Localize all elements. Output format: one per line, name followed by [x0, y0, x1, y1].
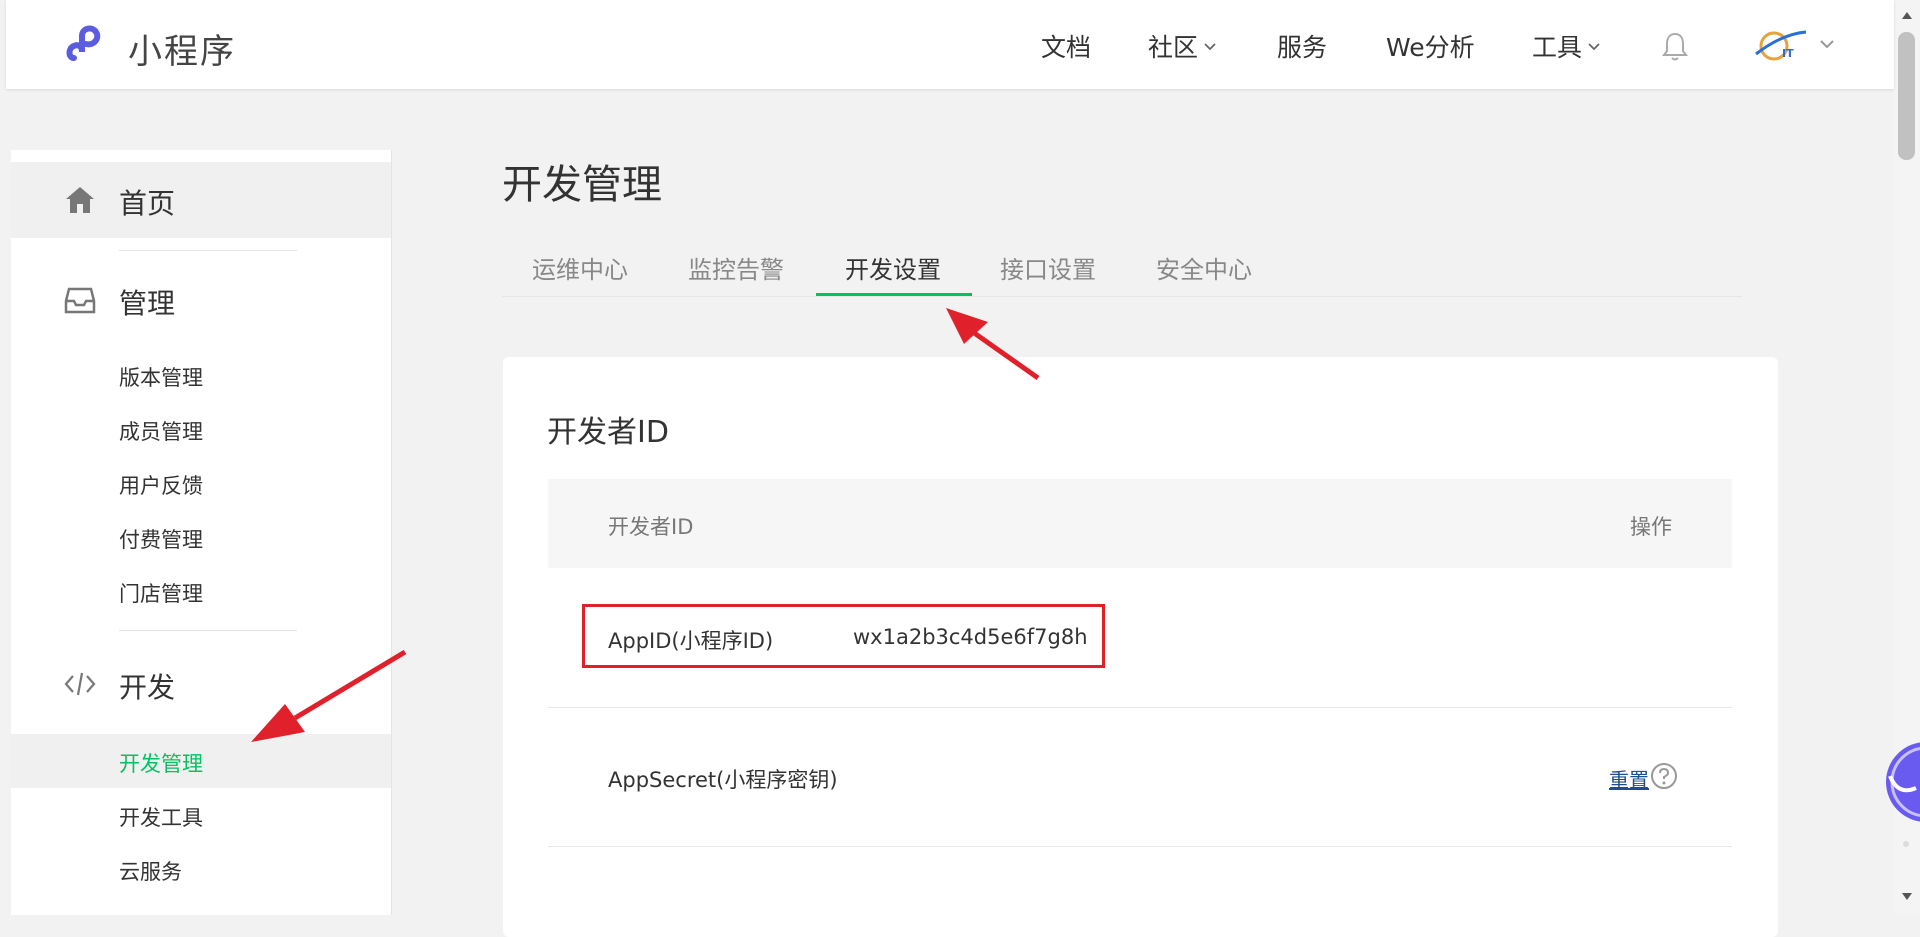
scroll-up-icon[interactable] [1901, 10, 1913, 20]
chevron-down-icon [1588, 43, 1600, 51]
sidebar-item-home[interactable]: 首页 [11, 162, 391, 238]
tab-monitoring[interactable]: 监控告警 [688, 250, 784, 285]
sidebar: 首页 管理 版本管理 成员管理 用户反馈 付费管理 门店管理 开发 开发管理 开… [11, 150, 392, 915]
sidebar-item-payment[interactable]: 付费管理 [119, 524, 203, 554]
sidebar-item-store[interactable]: 门店管理 [119, 578, 203, 608]
row-divider [548, 707, 1732, 708]
sidebar-item-members[interactable]: 成员管理 [119, 416, 203, 446]
top-header: 小程序 文档 社区 服务 We分析 工具 IT [6, 0, 1894, 89]
tab-bar: 运维中心 监控告警 开发设置 接口设置 安全中心 [502, 246, 1742, 297]
inbox-icon [64, 287, 96, 314]
tab-dev-settings[interactable]: 开发设置 [845, 250, 941, 285]
table-header: 开发者ID 操作 [548, 479, 1732, 568]
page-title: 开发管理 [502, 162, 662, 208]
active-tab-underline [816, 293, 972, 296]
svg-text:IT: IT [1782, 47, 1794, 60]
avatar[interactable]: IT [1752, 24, 1810, 66]
chevron-down-icon[interactable] [1817, 36, 1837, 52]
sidebar-item-dev-tools[interactable]: 开发工具 [119, 802, 203, 832]
bell-icon[interactable] [1660, 30, 1690, 62]
sidebar-item-feedback[interactable]: 用户反馈 [119, 470, 203, 500]
column-header-action: 操作 [1630, 515, 1672, 539]
sidebar-section-manage[interactable]: 管理 [11, 262, 391, 338]
scroll-down-icon[interactable] [1901, 892, 1913, 902]
column-header-name: 开发者ID [608, 515, 694, 539]
tab-api-settings[interactable]: 接口设置 [1000, 250, 1096, 285]
chevron-down-icon [1204, 43, 1216, 51]
brand-name[interactable]: 小程序 [128, 24, 236, 73]
nav-tools[interactable]: 工具 [1532, 28, 1602, 64]
assistant-bubble-icon[interactable] [1876, 736, 1920, 856]
sidebar-item-dev-manage[interactable]: 开发管理 [119, 748, 203, 778]
nav-services[interactable]: 服务 [1277, 28, 1327, 64]
scrollbar-thumb[interactable] [1898, 32, 1915, 160]
sidebar-item-version[interactable]: 版本管理 [119, 362, 203, 392]
sidebar-divider [119, 250, 297, 251]
annotation-arrow-icon [946, 308, 1040, 381]
sidebar-item-cloud[interactable]: 云服务 [119, 856, 182, 886]
card-title: 开发者ID [547, 415, 669, 450]
row-divider [548, 846, 1732, 847]
annotation-arrow-icon [251, 649, 407, 742]
developer-id-card: 开发者ID 开发者ID 操作 AppID(小程序ID) wx1a2b3c4d5e… [503, 357, 1778, 937]
mini-program-logo-icon[interactable] [64, 22, 119, 66]
help-icon[interactable] [1650, 762, 1678, 790]
home-icon [66, 187, 94, 213]
appsecret-label: AppSecret(小程序密钥) [608, 768, 838, 792]
reset-secret-link[interactable]: 重置 [1609, 764, 1649, 793]
tab-ops-center[interactable]: 运维中心 [532, 250, 628, 285]
nav-community[interactable]: 社区 [1148, 28, 1218, 64]
code-icon [64, 672, 96, 696]
annotation-highlight-box [582, 604, 1105, 668]
nav-docs[interactable]: 文档 [1041, 28, 1091, 64]
nav-we-analytics[interactable]: We分析 [1386, 28, 1475, 64]
tab-security[interactable]: 安全中心 [1156, 250, 1252, 285]
sidebar-divider [119, 630, 297, 631]
